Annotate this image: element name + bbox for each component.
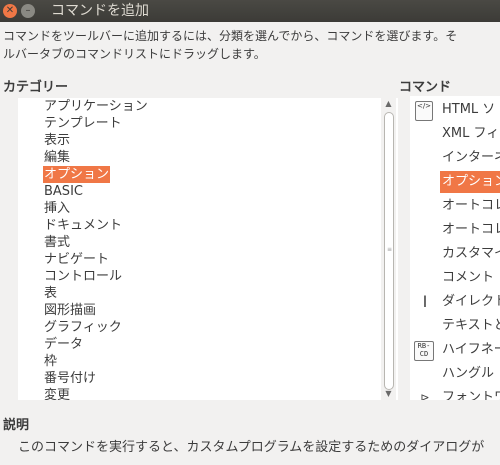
- category-item[interactable]: ナビゲート: [43, 251, 110, 268]
- command-item[interactable]: カスタマイ: [442, 243, 500, 265]
- category-item[interactable]: 図形描画: [43, 302, 97, 319]
- command-item[interactable]: HTML ソ: [442, 99, 495, 121]
- scroll-up-icon[interactable]: ▲: [381, 98, 396, 110]
- category-item[interactable]: データ: [43, 336, 84, 353]
- scroll-down-icon[interactable]: ▼: [381, 388, 396, 400]
- hyphenation-icon: RB- CD: [414, 341, 434, 361]
- category-item[interactable]: オプション: [43, 166, 111, 183]
- category-item[interactable]: 変更: [43, 387, 71, 400]
- fontwork-icon: ⊳: [420, 391, 430, 400]
- minimize-icon[interactable]: –: [21, 4, 35, 18]
- close-icon[interactable]: ✕: [3, 4, 17, 18]
- command-heading: コマンド: [399, 80, 452, 95]
- category-item[interactable]: 書式: [43, 234, 71, 251]
- command-item[interactable]: コメント: [442, 267, 494, 289]
- category-item[interactable]: 枠: [43, 353, 58, 370]
- category-item[interactable]: アプリケーション: [43, 98, 149, 115]
- window-title: コマンドを追加: [51, 3, 149, 19]
- command-item[interactable]: オプション: [440, 171, 500, 193]
- category-list[interactable]: アプリケーション テンプレート 表示 編集 オプション BASIC 挿入 ドキュメント 書式 ナビ…: [18, 98, 398, 400]
- command-item[interactable]: ハイフネー: [442, 339, 500, 361]
- category-heading: カテゴリー: [3, 80, 69, 95]
- grip-icon: ≡: [387, 246, 393, 253]
- title-bar: ✕ – コマンドを追加: [0, 0, 500, 22]
- category-item[interactable]: 編集: [43, 149, 71, 166]
- category-item[interactable]: グラフィック: [43, 319, 123, 336]
- category-item[interactable]: テンプレート: [43, 115, 123, 132]
- command-item[interactable]: XML フィ: [442, 123, 499, 145]
- category-item[interactable]: 表示: [43, 132, 71, 149]
- instructions-line-2: ルバータブのコマンドリストにドラッグします。: [3, 47, 266, 61]
- category-item[interactable]: 表: [43, 285, 58, 302]
- category-item[interactable]: ドキュメント: [43, 217, 123, 234]
- category-item[interactable]: BASIC: [43, 183, 84, 200]
- command-item[interactable]: インターネ: [442, 147, 500, 169]
- command-item[interactable]: オートコレ: [442, 195, 500, 217]
- explanation-text: このコマンドを実行すると、カスタムプログラムを設定するためのダイアログが: [18, 440, 485, 455]
- scroll-thumb[interactable]: ≡: [384, 112, 394, 390]
- command-list[interactable]: </>HTML ソXML フィインターネオプションオートコレオートコレカスタマイ…: [410, 96, 500, 400]
- text-cursor-icon: I: [422, 292, 428, 311]
- command-item[interactable]: ハングル: [442, 363, 494, 385]
- command-item[interactable]: ダイレクト: [442, 291, 500, 313]
- command-item[interactable]: オートコレ: [442, 219, 500, 241]
- category-item[interactable]: 番号付け: [43, 370, 97, 387]
- command-item[interactable]: フォントワ: [442, 387, 500, 400]
- category-item[interactable]: コントロール: [43, 268, 123, 285]
- instructions: コマンドをツールバーに追加するには、分類を選んでから、コマンドを選びます。そ ル…: [3, 27, 457, 63]
- category-scrollbar[interactable]: ▲ ≡ ▼: [381, 98, 396, 400]
- command-item[interactable]: テキストと: [442, 315, 500, 337]
- category-item[interactable]: 挿入: [43, 200, 71, 217]
- instructions-line-1: コマンドをツールバーに追加するには、分類を選んでから、コマンドを選びます。そ: [3, 29, 458, 43]
- html-source-icon: </>: [415, 101, 433, 121]
- explanation-heading: 説明: [3, 418, 30, 433]
